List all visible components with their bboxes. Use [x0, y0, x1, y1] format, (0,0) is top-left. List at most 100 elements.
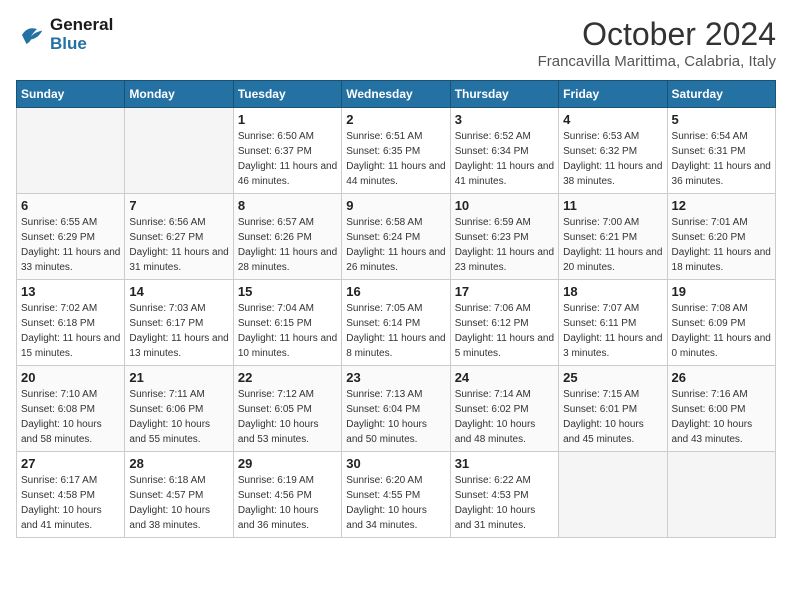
calendar-cell: 25Sunrise: 7:15 AM Sunset: 6:01 PM Dayli…: [559, 366, 667, 452]
day-detail: Sunrise: 6:50 AM Sunset: 6:37 PM Dayligh…: [238, 129, 337, 189]
day-detail: Sunrise: 6:53 AM Sunset: 6:32 PM Dayligh…: [563, 129, 662, 189]
day-number: 6: [21, 198, 120, 213]
day-detail: Sunrise: 6:56 AM Sunset: 6:27 PM Dayligh…: [129, 215, 228, 275]
weekday-header-monday: Monday: [125, 81, 233, 108]
calendar-week-5: 27 Sunrise: 6:17 AM Sunset: 4:58 PM Dayli…: [17, 452, 776, 538]
calendar-cell: 2Sunrise: 6:51 AM Sunset: 6:35 PM Daylig…: [342, 108, 450, 194]
title-block: October 2024 Francavilla Marittima, Cala…: [538, 16, 776, 70]
day-detail: Sunrise: 7:04 AM Sunset: 6:15 PM Dayligh…: [238, 301, 337, 361]
weekday-header-thursday: Thursday: [450, 81, 558, 108]
day-detail: Sunrise: 6:58 AM Sunset: 6:24 PM Dayligh…: [346, 215, 445, 275]
day-detail: Sunrise: 7:10 AM Sunset: 6:08 PM Dayligh…: [21, 387, 120, 447]
calendar-body: 1 Sunrise: 6:50 AM Sunset: 6:37 PM Daylig…: [17, 108, 776, 538]
day-number: 15: [238, 284, 337, 299]
day-detail: Sunrise: 6:52 AM Sunset: 6:34 PM Dayligh…: [455, 129, 554, 189]
calendar-cell: 18Sunrise: 7:07 AM Sunset: 6:11 PM Dayli…: [559, 280, 667, 366]
location: Francavilla Marittima, Calabria, Italy: [538, 53, 776, 70]
calendar-cell: 6Sunrise: 6:55 AM Sunset: 6:29 PM Daylig…: [17, 194, 125, 280]
day-detail: Sunrise: 6:51 AM Sunset: 6:35 PM Dayligh…: [346, 129, 445, 189]
month-title: October 2024: [538, 16, 776, 53]
calendar-week-1: 1 Sunrise: 6:50 AM Sunset: 6:37 PM Daylig…: [17, 108, 776, 194]
day-number: 10: [455, 198, 554, 213]
calendar-cell: 10 Sunrise: 6:59 AM Sunset: 6:23 PM Dayli…: [450, 194, 558, 280]
weekday-header-sunday: Sunday: [17, 81, 125, 108]
calendar-cell: 27 Sunrise: 6:17 AM Sunset: 4:58 PM Dayli…: [17, 452, 125, 538]
day-number: 23: [346, 370, 445, 385]
calendar-cell: 28Sunrise: 6:18 AM Sunset: 4:57 PM Dayli…: [125, 452, 233, 538]
calendar-cell: 4 Sunrise: 6:53 AM Sunset: 6:32 PM Daylig…: [559, 108, 667, 194]
day-number: 14: [129, 284, 228, 299]
calendar-cell: 26 Sunrise: 7:16 AM Sunset: 6:00 PM Dayli…: [667, 366, 775, 452]
day-detail: Sunrise: 7:03 AM Sunset: 6:17 PM Dayligh…: [129, 301, 228, 361]
weekday-header-wednesday: Wednesday: [342, 81, 450, 108]
day-number: 5: [672, 112, 771, 127]
day-detail: Sunrise: 6:59 AM Sunset: 6:23 PM Dayligh…: [455, 215, 554, 275]
day-number: 7: [129, 198, 228, 213]
calendar-cell: 19 Sunrise: 7:08 AM Sunset: 6:09 PM Dayli…: [667, 280, 775, 366]
day-detail: Sunrise: 7:11 AM Sunset: 6:06 PM Dayligh…: [129, 387, 228, 447]
day-number: 30: [346, 456, 445, 471]
calendar-cell: 12 Sunrise: 7:01 AM Sunset: 6:20 PM Dayli…: [667, 194, 775, 280]
day-number: 11: [563, 198, 662, 213]
day-detail: Sunrise: 6:19 AM Sunset: 4:56 PM Dayligh…: [238, 473, 337, 533]
calendar-cell: 1 Sunrise: 6:50 AM Sunset: 6:37 PM Daylig…: [233, 108, 341, 194]
calendar-cell: 24 Sunrise: 7:14 AM Sunset: 6:02 PM Dayli…: [450, 366, 558, 452]
day-number: 8: [238, 198, 337, 213]
day-detail: Sunrise: 6:17 AM Sunset: 4:58 PM Dayligh…: [21, 473, 120, 533]
calendar-table: SundayMondayTuesdayWednesdayThursdayFrid…: [16, 80, 776, 538]
calendar-header-row: SundayMondayTuesdayWednesdayThursdayFrid…: [17, 81, 776, 108]
day-number: 4: [563, 112, 662, 127]
calendar-cell: 20Sunrise: 7:10 AM Sunset: 6:08 PM Dayli…: [17, 366, 125, 452]
day-number: 26: [672, 370, 771, 385]
day-number: 24: [455, 370, 554, 385]
day-detail: Sunrise: 7:08 AM Sunset: 6:09 PM Dayligh…: [672, 301, 771, 361]
day-detail: Sunrise: 7:02 AM Sunset: 6:18 PM Dayligh…: [21, 301, 120, 361]
day-detail: Sunrise: 6:20 AM Sunset: 4:55 PM Dayligh…: [346, 473, 445, 533]
calendar-cell: 8 Sunrise: 6:57 AM Sunset: 6:26 PM Daylig…: [233, 194, 341, 280]
weekday-header-saturday: Saturday: [667, 81, 775, 108]
calendar-cell: 9 Sunrise: 6:58 AM Sunset: 6:24 PM Daylig…: [342, 194, 450, 280]
day-number: 1: [238, 112, 337, 127]
day-number: 27: [21, 456, 120, 471]
calendar-cell: 30 Sunrise: 6:20 AM Sunset: 4:55 PM Dayli…: [342, 452, 450, 538]
day-number: 16: [346, 284, 445, 299]
weekday-header-friday: Friday: [559, 81, 667, 108]
day-number: 22: [238, 370, 337, 385]
calendar-cell: 5 Sunrise: 6:54 AM Sunset: 6:31 PM Daylig…: [667, 108, 775, 194]
day-number: 13: [21, 284, 120, 299]
calendar-cell: 23 Sunrise: 7:13 AM Sunset: 6:04 PM Dayli…: [342, 366, 450, 452]
logo-icon: [16, 20, 46, 50]
day-detail: Sunrise: 7:15 AM Sunset: 6:01 PM Dayligh…: [563, 387, 662, 447]
calendar-cell: [667, 452, 775, 538]
calendar-cell: [559, 452, 667, 538]
day-number: 19: [672, 284, 771, 299]
day-number: 17: [455, 284, 554, 299]
calendar-cell: [17, 108, 125, 194]
day-number: 12: [672, 198, 771, 213]
logo: General Blue: [16, 16, 113, 53]
day-detail: Sunrise: 7:01 AM Sunset: 6:20 PM Dayligh…: [672, 215, 771, 275]
calendar-cell: 17Sunrise: 7:06 AM Sunset: 6:12 PM Dayli…: [450, 280, 558, 366]
day-detail: Sunrise: 7:14 AM Sunset: 6:02 PM Dayligh…: [455, 387, 554, 447]
logo-text-blue: Blue: [50, 35, 113, 54]
calendar-cell: 7 Sunrise: 6:56 AM Sunset: 6:27 PM Daylig…: [125, 194, 233, 280]
day-number: 21: [129, 370, 228, 385]
calendar-week-3: 13 Sunrise: 7:02 AM Sunset: 6:18 PM Dayli…: [17, 280, 776, 366]
calendar-cell: 13 Sunrise: 7:02 AM Sunset: 6:18 PM Dayli…: [17, 280, 125, 366]
day-detail: Sunrise: 6:57 AM Sunset: 6:26 PM Dayligh…: [238, 215, 337, 275]
day-number: 31: [455, 456, 554, 471]
day-detail: Sunrise: 6:54 AM Sunset: 6:31 PM Dayligh…: [672, 129, 771, 189]
weekday-header-tuesday: Tuesday: [233, 81, 341, 108]
calendar-cell: 21 Sunrise: 7:11 AM Sunset: 6:06 PM Dayli…: [125, 366, 233, 452]
calendar-cell: 11Sunrise: 7:00 AM Sunset: 6:21 PM Dayli…: [559, 194, 667, 280]
calendar-cell: 29 Sunrise: 6:19 AM Sunset: 4:56 PM Dayli…: [233, 452, 341, 538]
day-number: 18: [563, 284, 662, 299]
day-number: 29: [238, 456, 337, 471]
day-number: 28: [129, 456, 228, 471]
page-header: General Blue October 2024 Francavilla Ma…: [16, 16, 776, 70]
day-detail: Sunrise: 7:05 AM Sunset: 6:14 PM Dayligh…: [346, 301, 445, 361]
day-number: 9: [346, 198, 445, 213]
day-detail: Sunrise: 7:13 AM Sunset: 6:04 PM Dayligh…: [346, 387, 445, 447]
calendar-cell: 14 Sunrise: 7:03 AM Sunset: 6:17 PM Dayli…: [125, 280, 233, 366]
day-detail: Sunrise: 7:16 AM Sunset: 6:00 PM Dayligh…: [672, 387, 771, 447]
